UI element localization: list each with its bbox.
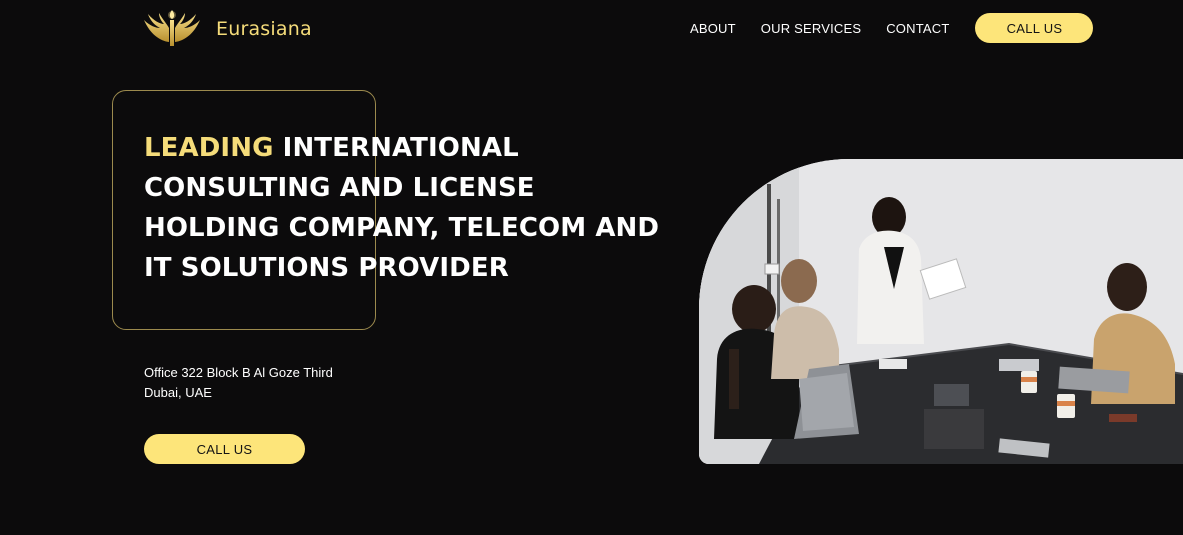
nav-about-link[interactable]: ABOUT [690, 21, 736, 36]
brand-logo[interactable]: Eurasiana [142, 8, 312, 50]
address-line-2: Dubai, UAE [144, 385, 212, 400]
meeting-illustration [699, 159, 1183, 464]
winged-torch-logo-icon [144, 10, 200, 46]
address-line-1: Office 322 Block B Al Goze Third [144, 365, 333, 380]
office-address: Office 322 Block B Al Goze Third Dubai, … [144, 363, 333, 403]
hero-call-us-button[interactable]: CALL US [144, 434, 305, 464]
business-meeting-photo [699, 159, 1183, 464]
header-call-us-button[interactable]: CALL US [975, 13, 1094, 43]
nav-contact-link[interactable]: CONTACT [886, 21, 949, 36]
hero-headline: LEADING INTERNATIONAL CONSULTING AND LIC… [144, 128, 664, 288]
headline-accent: LEADING [144, 133, 274, 163]
site-header: Eurasiana ABOUT OUR SERVICES CONTACT CAL… [0, 0, 1183, 56]
brand-name: Eurasiana [216, 18, 312, 40]
main-nav: ABOUT OUR SERVICES CONTACT CALL US [690, 13, 1094, 43]
nav-our-services-link[interactable]: OUR SERVICES [761, 21, 861, 36]
